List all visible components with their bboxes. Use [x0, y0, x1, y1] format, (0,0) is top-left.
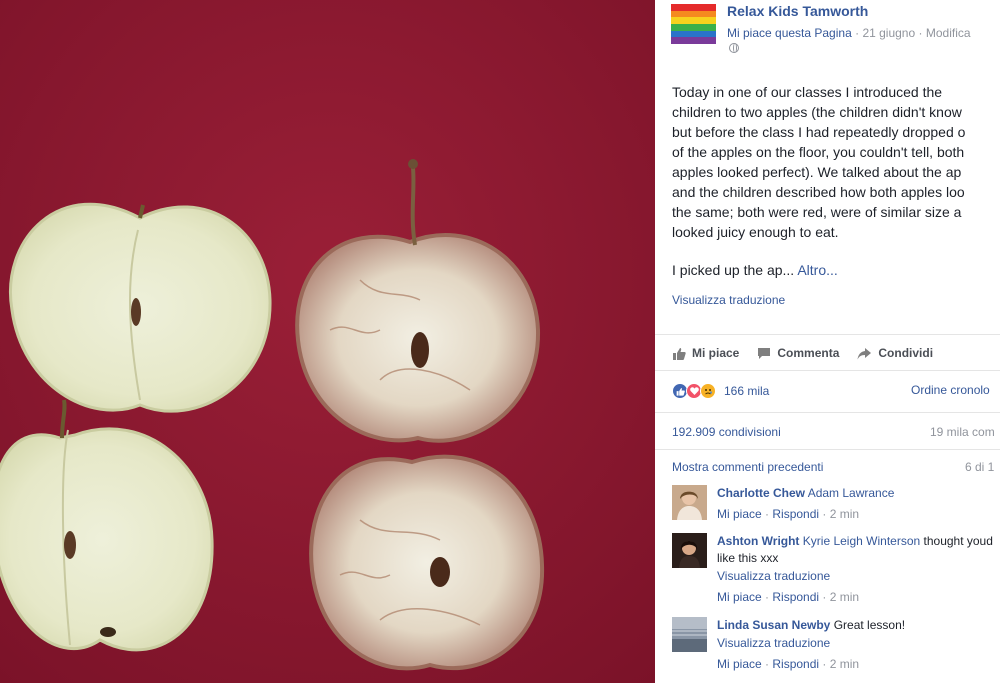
comment-mention[interactable]: Kyrie Leigh Winterson — [803, 534, 920, 548]
divider — [655, 334, 1000, 335]
comment-time[interactable]: 2 min — [830, 507, 859, 521]
edit-link[interactable]: Modifica — [926, 26, 971, 40]
divider — [655, 370, 1000, 371]
divider — [655, 449, 1000, 450]
post-panel: Relax Kids Tamworth Mi piace questa Pagi… — [655, 0, 1000, 683]
comment-actions: Mi piace · Rispondi · 2 min — [717, 507, 860, 521]
comment-like-link[interactable]: Mi piace — [717, 590, 762, 604]
order-dropdown[interactable]: Ordine cronolo — [911, 383, 990, 397]
comment-like-link[interactable]: Mi piace — [717, 657, 762, 671]
comment-actions: Mi piace · Rispondi · 2 min — [717, 590, 860, 604]
shares-count[interactable]: 192.909 condivisioni — [672, 425, 781, 439]
action-bar: Mi piace Commenta Condividi — [672, 343, 933, 363]
post-text: Today in one of our classes I introduced… — [672, 84, 966, 240]
share-icon — [857, 347, 872, 359]
avatar[interactable] — [672, 617, 707, 652]
sad-reaction-icon — [700, 383, 716, 399]
avatar[interactable] — [672, 485, 707, 520]
comment-reply-link[interactable]: Rispondi — [772, 657, 819, 671]
comment-actions: Mi piace · Rispondi · 2 min — [717, 657, 860, 671]
avatar[interactable] — [672, 533, 707, 568]
post-truncated: I picked up the ap... Altro... — [672, 262, 838, 278]
globe-icon — [729, 43, 739, 53]
comment-page-count: 6 di 1 — [965, 460, 995, 474]
comment-icon — [758, 347, 771, 359]
show-previous-comments[interactable]: Mostra commenti precedenti — [672, 460, 823, 474]
comments-count: 19 mila com — [930, 425, 995, 439]
more-link[interactable]: Altro... — [797, 262, 837, 278]
reactions-summary[interactable]: 166 mila — [672, 381, 769, 401]
share-button[interactable]: Condividi — [857, 343, 933, 363]
comment-author[interactable]: Linda Susan Newby — [717, 618, 830, 632]
post-date[interactable]: 21 giugno — [862, 26, 915, 40]
comment-translate-link[interactable]: Visualizza traduzione — [717, 568, 1000, 585]
comment-reply-link[interactable]: Rispondi — [772, 507, 819, 521]
comment-like-link[interactable]: Mi piace — [717, 507, 762, 521]
comment-reply-link[interactable]: Rispondi — [772, 590, 819, 604]
post-meta: Mi piace questa Pagina · 21 giugno · Mod… — [727, 26, 971, 40]
like-button[interactable]: Mi piace — [672, 343, 739, 363]
comment-translate-link[interactable]: Visualizza traduzione — [717, 635, 1000, 652]
like-page-link[interactable]: Mi piace questa Pagina — [727, 26, 852, 40]
comment-time[interactable]: 2 min — [830, 590, 859, 604]
comment-author[interactable]: Charlotte Chew — [717, 486, 805, 500]
comment-button[interactable]: Commenta — [757, 343, 839, 363]
translate-link[interactable]: Visualizza traduzione — [672, 293, 785, 307]
page-avatar[interactable] — [671, 4, 716, 44]
comment-text: Great lesson! — [833, 618, 906, 632]
page-name[interactable]: Relax Kids Tamworth — [727, 3, 868, 19]
post-photo[interactable] — [0, 0, 655, 683]
bruised-apple-bottom — [309, 454, 545, 671]
fresh-apple-top — [9, 202, 272, 413]
divider — [655, 412, 1000, 413]
thumbs-up-icon — [673, 347, 686, 360]
reactions-count[interactable]: 166 mila — [724, 384, 769, 398]
comment-time[interactable]: 2 min — [830, 657, 859, 671]
comment-mention[interactable]: Adam Lawrance — [808, 486, 895, 500]
comment-author[interactable]: Ashton Wright — [717, 534, 799, 548]
